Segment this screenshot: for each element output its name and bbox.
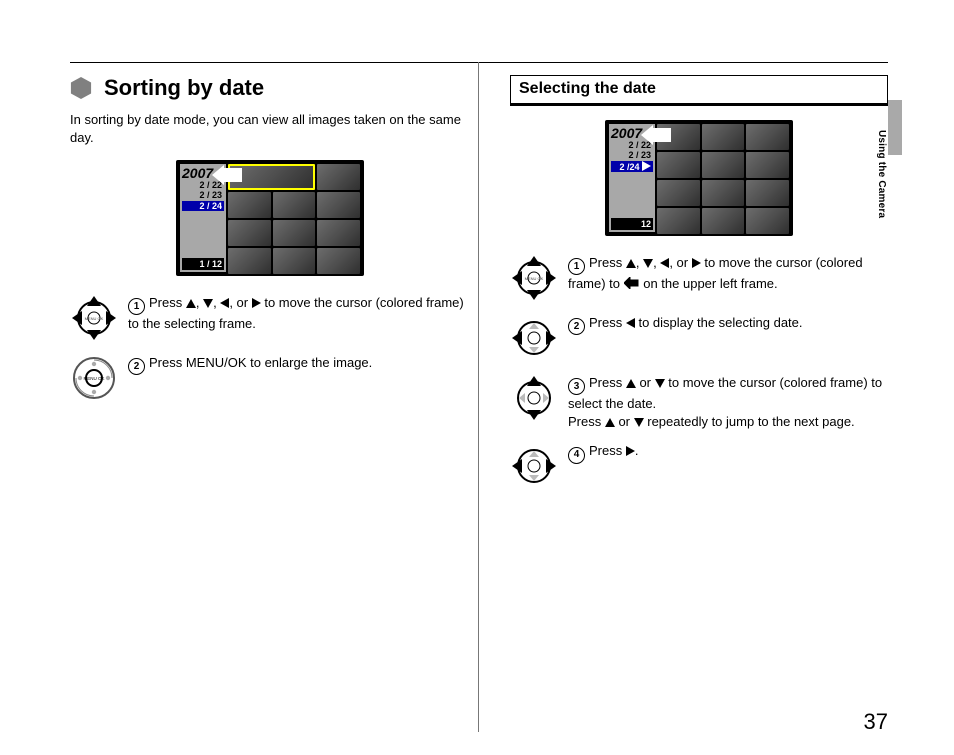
step-number: 2 — [568, 318, 585, 335]
step-number: 2 — [128, 358, 145, 375]
thumbnail — [702, 180, 745, 206]
dpad-all-icon — [70, 294, 118, 342]
step-number: 1 — [568, 258, 585, 275]
left-icon — [626, 318, 635, 328]
up-icon — [626, 259, 636, 268]
intro-text: In sorting by date mode, you can view al… — [70, 111, 470, 146]
up-icon — [605, 418, 615, 427]
thumbnail — [746, 180, 789, 206]
thumbnail — [702, 208, 745, 234]
down-icon — [634, 418, 644, 427]
back-arrow-icon — [624, 277, 640, 289]
down-icon — [655, 379, 665, 388]
dpad-all-icon — [510, 254, 558, 302]
screen-illustration: 2007 2 / 22 2 / 23 2 /24 12 — [605, 120, 793, 236]
up-icon — [626, 379, 636, 388]
down-icon — [203, 299, 213, 308]
step-number: 4 — [568, 447, 585, 464]
step-text: 1Press , , , or to move the cursor (colo… — [568, 254, 888, 293]
thumbnail — [228, 248, 271, 274]
dpad-ud-icon — [510, 374, 558, 422]
thumbnail — [317, 220, 360, 246]
thumbnail — [746, 152, 789, 178]
down-icon — [643, 259, 653, 268]
thumbnail — [317, 164, 360, 190]
right-icon — [626, 446, 635, 456]
left-icon — [220, 298, 229, 308]
screen-illustration: 2007 2 / 22 2 / 23 2 / 24 1 / 12 — [176, 160, 364, 276]
step-text: 3Press or to move the cursor (colored fr… — [568, 374, 888, 430]
section-tab — [888, 100, 902, 155]
thumbnail — [317, 192, 360, 218]
thumbnail — [273, 192, 316, 218]
pointer-arrow-icon — [651, 128, 671, 142]
thumbnail — [657, 152, 700, 178]
thumbnail — [228, 220, 271, 246]
step-number: 1 — [128, 298, 145, 315]
thumbnail — [702, 124, 745, 150]
thumbnail — [702, 152, 745, 178]
dpad-lr-icon — [510, 314, 558, 362]
section-bullet-icon — [70, 76, 92, 100]
right-icon — [252, 298, 261, 308]
screen-date-selected: 2 / 24 — [182, 201, 224, 211]
page-number: 37 — [864, 709, 888, 735]
pointer-arrow-icon — [222, 168, 242, 182]
thumbnail — [317, 248, 360, 274]
step-number: 3 — [568, 378, 585, 395]
subsection-title: Selecting the date — [510, 75, 888, 106]
step-text: 2Press to display the selecting date. — [568, 314, 888, 335]
screen-count: 12 — [611, 218, 653, 230]
thumbnail — [657, 208, 700, 234]
step-text: 4Press . — [568, 442, 888, 463]
thumbnail — [657, 180, 700, 206]
step-text: 2Press MENU/OK to enlarge the image. — [128, 354, 470, 375]
right-icon — [692, 258, 701, 268]
left-icon — [660, 258, 669, 268]
up-icon — [186, 299, 196, 308]
screen-date-selected: 2 /24 — [611, 161, 653, 172]
column-divider — [478, 62, 479, 732]
screen-date: 2 / 23 — [611, 150, 653, 160]
top-rule — [70, 62, 888, 63]
thumbnail — [228, 192, 271, 218]
thumbnail — [273, 220, 316, 246]
screen-date: 2 / 23 — [182, 190, 224, 200]
screen-count: 1 / 12 — [182, 258, 224, 270]
thumbnail — [746, 208, 789, 234]
thumbnail — [273, 248, 316, 274]
section-title: Sorting by date — [104, 75, 264, 101]
step-text: 1Press , , , or to move the cursor (colo… — [128, 294, 470, 333]
dpad-ok-icon — [70, 354, 118, 402]
right-icon — [642, 161, 651, 171]
thumbnail — [746, 124, 789, 150]
dpad-lr-icon — [510, 442, 558, 490]
